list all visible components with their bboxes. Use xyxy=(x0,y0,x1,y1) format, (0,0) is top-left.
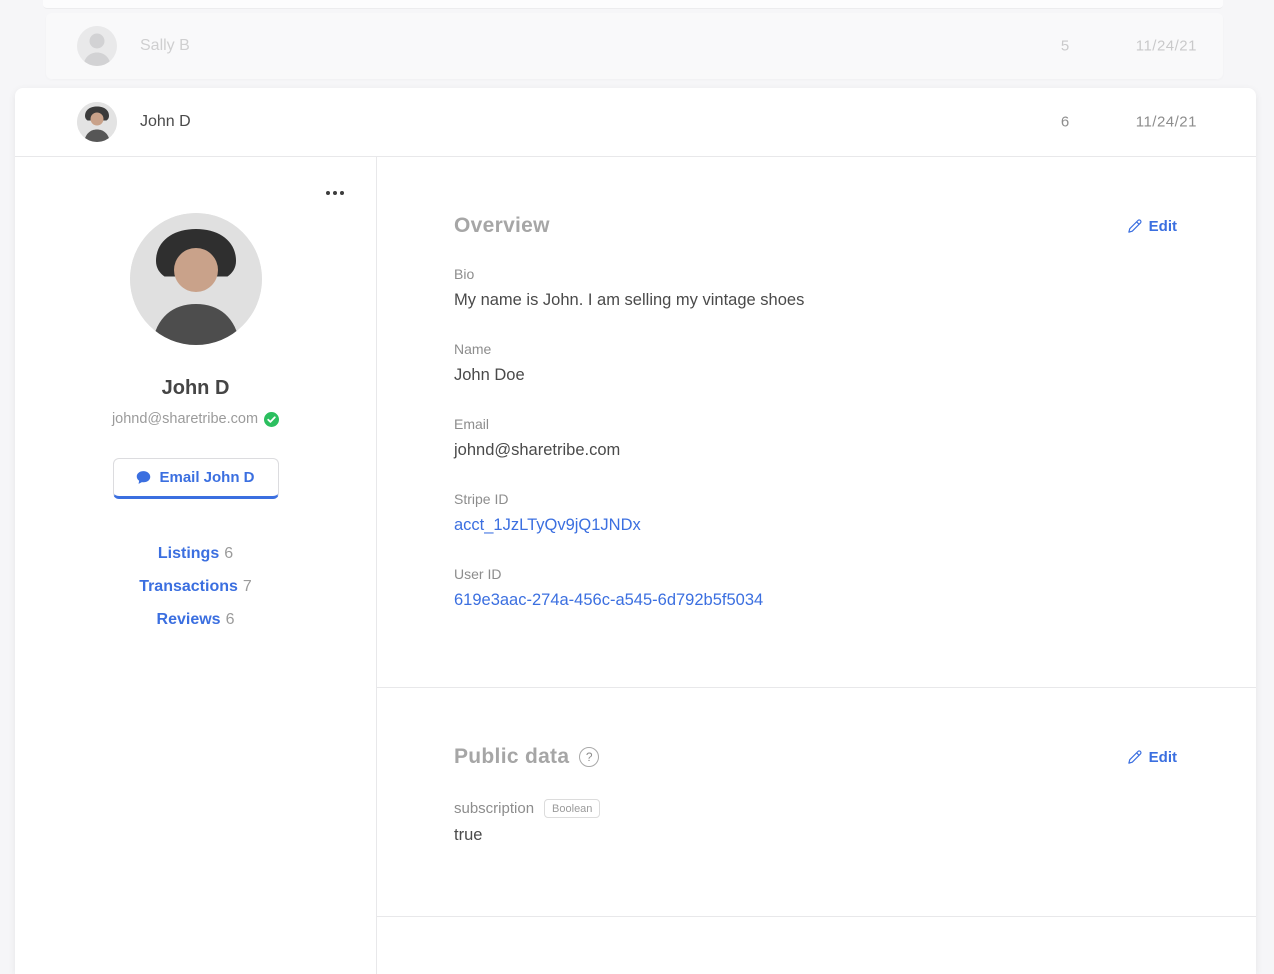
stripe-id-link[interactable]: acct_1JzLTyQv9jQ1JNDx xyxy=(454,512,1177,538)
user-row-date: 11/24/21 xyxy=(1135,113,1197,131)
public-data-title: Public data xyxy=(454,745,570,769)
ellipsis-menu-icon[interactable] xyxy=(322,187,348,199)
user-row-sally[interactable]: Sally B 5 11/24/21 xyxy=(46,13,1223,79)
avatar xyxy=(77,102,117,142)
help-icon[interactable]: ? xyxy=(579,747,600,768)
edit-label: Edit xyxy=(1148,217,1177,235)
profile-link-listings[interactable]: Listings 6 xyxy=(15,545,376,563)
pencil-icon xyxy=(1127,749,1142,765)
user-id-link[interactable]: 619e3aac-274a-456c-a545-6d792b5f5034 xyxy=(454,587,1177,613)
user-detail-card: John D 6 11/24/21 John D johnd@sharetrib… xyxy=(15,88,1256,974)
profile-panel: John D johnd@sharetribe.com Email John D xyxy=(15,157,377,974)
email-user-button[interactable]: Email John D xyxy=(112,458,279,499)
overview-title: Overview xyxy=(454,214,550,237)
user-row-count: 6 xyxy=(1060,113,1070,131)
field-stripe-id: Stripe ID acct_1JzLTyQv9jQ1JNDx xyxy=(454,491,1177,538)
previous-card-edge xyxy=(43,0,1223,9)
pencil-icon xyxy=(1127,218,1142,234)
user-row-name: Sally B xyxy=(140,37,190,54)
profile-link-reviews[interactable]: Reviews 6 xyxy=(15,611,376,629)
overview-edit-button[interactable]: Edit xyxy=(1127,218,1177,235)
type-badge: Boolean xyxy=(544,799,601,819)
profile-name: John D xyxy=(161,377,230,399)
detail-content: Overview Edit Bio My name is John. I am … xyxy=(377,157,1256,974)
email-button-label: Email John D xyxy=(159,469,255,486)
profile-email: johnd@sharetribe.com xyxy=(111,411,259,427)
public-data-field-subscription: subscription Boolean xyxy=(454,799,1177,819)
next-section-sliver xyxy=(377,917,1256,974)
avatar xyxy=(77,26,117,66)
public-data-value: true xyxy=(454,826,483,845)
profile-link-transactions[interactable]: Transactions 7 xyxy=(15,578,376,596)
public-data-edit-button[interactable]: Edit xyxy=(1127,749,1177,766)
user-row-count: 5 xyxy=(1060,37,1070,55)
chat-bubble-icon xyxy=(136,470,151,485)
user-row-date: 11/24/21 xyxy=(1135,37,1197,55)
user-row-john[interactable]: John D 6 11/24/21 xyxy=(15,88,1256,157)
field-name: Name John Doe xyxy=(454,341,525,384)
user-row-name: John D xyxy=(140,113,191,130)
field-email: Email johnd@sharetribe.com xyxy=(454,416,621,459)
public-data-section: Public data ? Edit subscription Boolean … xyxy=(377,688,1256,917)
profile-avatar xyxy=(129,213,262,345)
overview-section: Overview Edit Bio My name is John. I am … xyxy=(377,157,1256,689)
verified-check-icon xyxy=(264,411,280,427)
field-bio: Bio My name is John. I am selling my vin… xyxy=(454,266,805,309)
edit-label: Edit xyxy=(1148,748,1177,766)
field-user-id: User ID 619e3aac-274a-456c-a545-6d792b5f… xyxy=(454,566,1177,613)
